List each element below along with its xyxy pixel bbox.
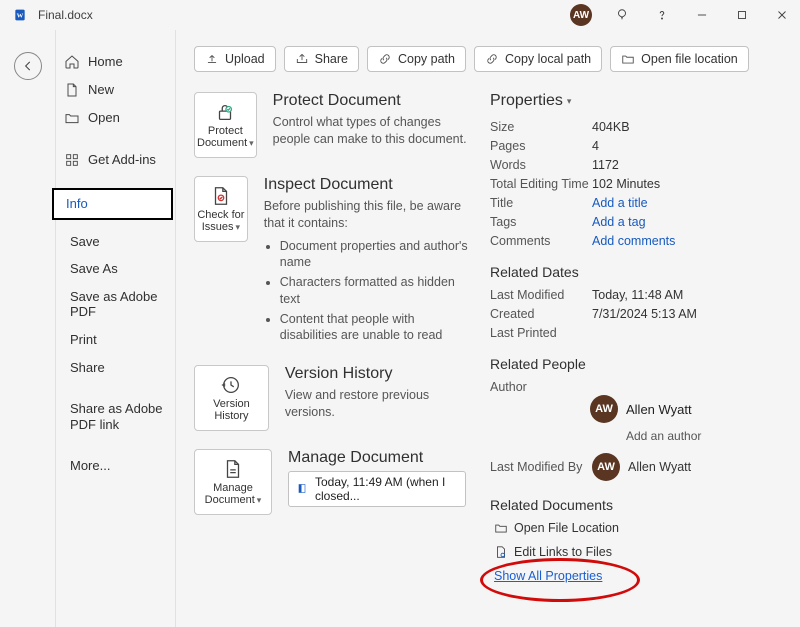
upload-button[interactable]: Upload (194, 46, 276, 72)
inspect-doc-icon (210, 185, 232, 207)
addins-icon (64, 152, 80, 168)
copy-path-button[interactable]: Copy path (367, 46, 466, 72)
nav-save-as-adobe[interactable]: Save as Adobe PDF (56, 283, 175, 326)
upload-icon (205, 52, 219, 66)
mgd-heading: Manage Document (288, 449, 466, 467)
autosave-entry[interactable]: Today, 11:49 AM (when I closed... (288, 471, 466, 507)
lock-icon (214, 101, 236, 123)
properties-dropdown[interactable]: Properties▾ (490, 92, 571, 110)
home-icon (64, 54, 80, 70)
close-button[interactable] (772, 5, 792, 25)
folder-open-icon (64, 110, 80, 126)
minimize-button[interactable] (692, 5, 712, 25)
word-app-icon: W (14, 7, 30, 23)
back-button[interactable] (14, 52, 42, 80)
property-row[interactable]: TitleAdd a title (490, 196, 786, 210)
related-dates-heading: Related Dates (490, 264, 786, 280)
backstage-nav: Home New Open Get Add-ins Info Save Save… (56, 30, 176, 627)
nav-home[interactable]: Home (56, 48, 175, 76)
related-docs-heading: Related Documents (490, 497, 786, 513)
author-avatar: AW (590, 395, 618, 423)
protect-desc: Control what types of changes people can… (273, 114, 474, 148)
related-people-heading: Related People (490, 356, 786, 372)
nav-addins[interactable]: Get Add-ins (56, 146, 175, 174)
nav-print[interactable]: Print (56, 326, 175, 354)
user-avatar[interactable]: AW (570, 4, 592, 26)
edit-links-to-files-link[interactable]: Edit Links to Files (490, 545, 786, 559)
check-issues-tile[interactable]: Check for Issues▾ (194, 176, 248, 242)
protect-heading: Protect Document (273, 92, 474, 110)
nav-new[interactable]: New (56, 76, 175, 104)
inspect-heading: Inspect Document (264, 176, 474, 194)
modifier-avatar: AW (592, 453, 620, 481)
share-button[interactable]: Share (284, 46, 359, 72)
show-all-properties-link[interactable]: Show All Properties (490, 569, 786, 583)
date-row: Last Printed (490, 326, 786, 340)
history-icon (220, 374, 242, 396)
nav-share-as-adobe[interactable]: Share as Adobe PDF link (56, 395, 175, 438)
author-entry[interactable]: AW Allen Wyatt (590, 395, 786, 423)
share-icon (295, 52, 309, 66)
open-file-location-link[interactable]: Open File Location (490, 521, 786, 535)
chevron-down-icon: ▾ (567, 96, 572, 107)
comments-icon[interactable] (612, 5, 632, 25)
vh-desc: View and restore previous versions. (285, 387, 474, 421)
add-author-link[interactable]: Add an author (626, 429, 786, 443)
date-row: Created7/31/2024 5:13 AM (490, 307, 786, 321)
inspect-desc: Before publishing this file, be aware th… (264, 198, 474, 232)
property-row: Pages4 (490, 139, 786, 153)
info-toolbar: Upload Share Copy path Copy local path O… (194, 46, 786, 72)
inspect-list: Document properties and author's name Ch… (264, 238, 474, 344)
title-bar: W Final.docx AW (0, 0, 800, 30)
manage-doc-icon (222, 458, 244, 480)
link-icon (378, 52, 392, 66)
protect-document-tile[interactable]: Protect Document▾ (194, 92, 257, 158)
doc-small-icon (297, 483, 309, 495)
date-row: Last ModifiedToday, 11:48 AM (490, 288, 786, 302)
nav-save-as[interactable]: Save As (56, 255, 175, 283)
version-history-tile[interactable]: Version History (194, 365, 269, 431)
property-row[interactable]: CommentsAdd comments (490, 234, 786, 248)
open-location-button[interactable]: Open file location (610, 46, 749, 72)
maximize-button[interactable] (732, 5, 752, 25)
property-row: Words1172 (490, 158, 786, 172)
folder-icon (494, 521, 508, 535)
folder-icon (621, 52, 635, 66)
property-row[interactable]: TagsAdd a tag (490, 215, 786, 229)
manage-document-tile[interactable]: Manage Document▾ (194, 449, 272, 515)
vh-heading: Version History (285, 365, 474, 383)
help-icon[interactable] (652, 5, 672, 25)
link-icon (485, 52, 499, 66)
nav-more[interactable]: More... (56, 452, 175, 480)
document-title: Final.docx (38, 8, 93, 22)
property-row: Total Editing Time102 Minutes (490, 177, 786, 191)
doc-link-icon (494, 545, 508, 559)
nav-share[interactable]: Share (56, 354, 175, 382)
property-row: Size404KB (490, 120, 786, 134)
nav-info[interactable]: Info (52, 188, 173, 220)
new-doc-icon (64, 82, 80, 98)
svg-text:W: W (17, 13, 24, 20)
nav-open[interactable]: Open (56, 104, 175, 132)
copy-local-path-button[interactable]: Copy local path (474, 46, 602, 72)
nav-save[interactable]: Save (56, 228, 175, 256)
